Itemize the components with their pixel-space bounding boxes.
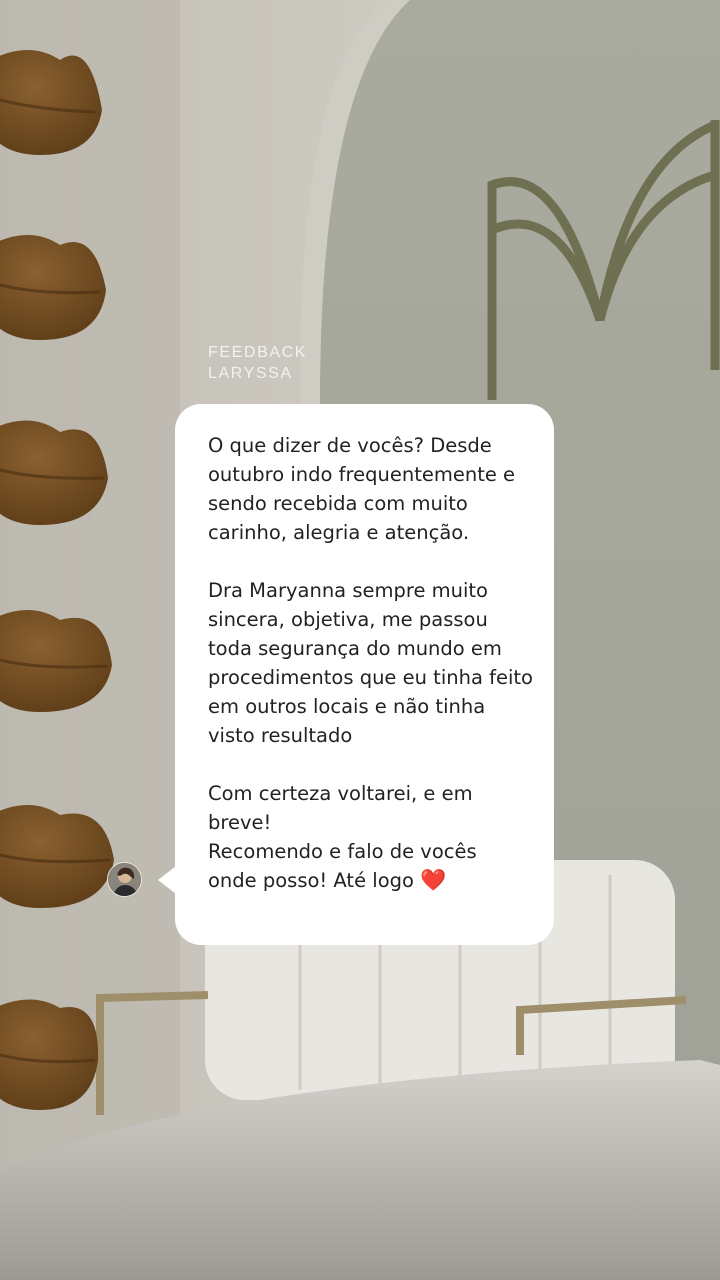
heart-icon: ❤️ (420, 868, 447, 892)
feedback-header: FEEDBACK LARYSSA (208, 342, 307, 384)
message-bubble[interactable]: O que dizer de vocês? Desde outubro indo… (175, 404, 554, 945)
message-paragraph-1: O que dizer de vocês? Desde outubro indo… (208, 434, 516, 544)
message-paragraph-2: Dra Maryanna sempre muito sincera, objet… (208, 579, 533, 747)
header-name: LARYSSA (208, 365, 293, 382)
avatar[interactable] (107, 862, 142, 897)
header-title: FEEDBACK (208, 344, 308, 361)
message-paragraph-3: Com certeza voltarei, e em breve! Recome… (208, 779, 536, 895)
bubble-tail (158, 866, 176, 894)
